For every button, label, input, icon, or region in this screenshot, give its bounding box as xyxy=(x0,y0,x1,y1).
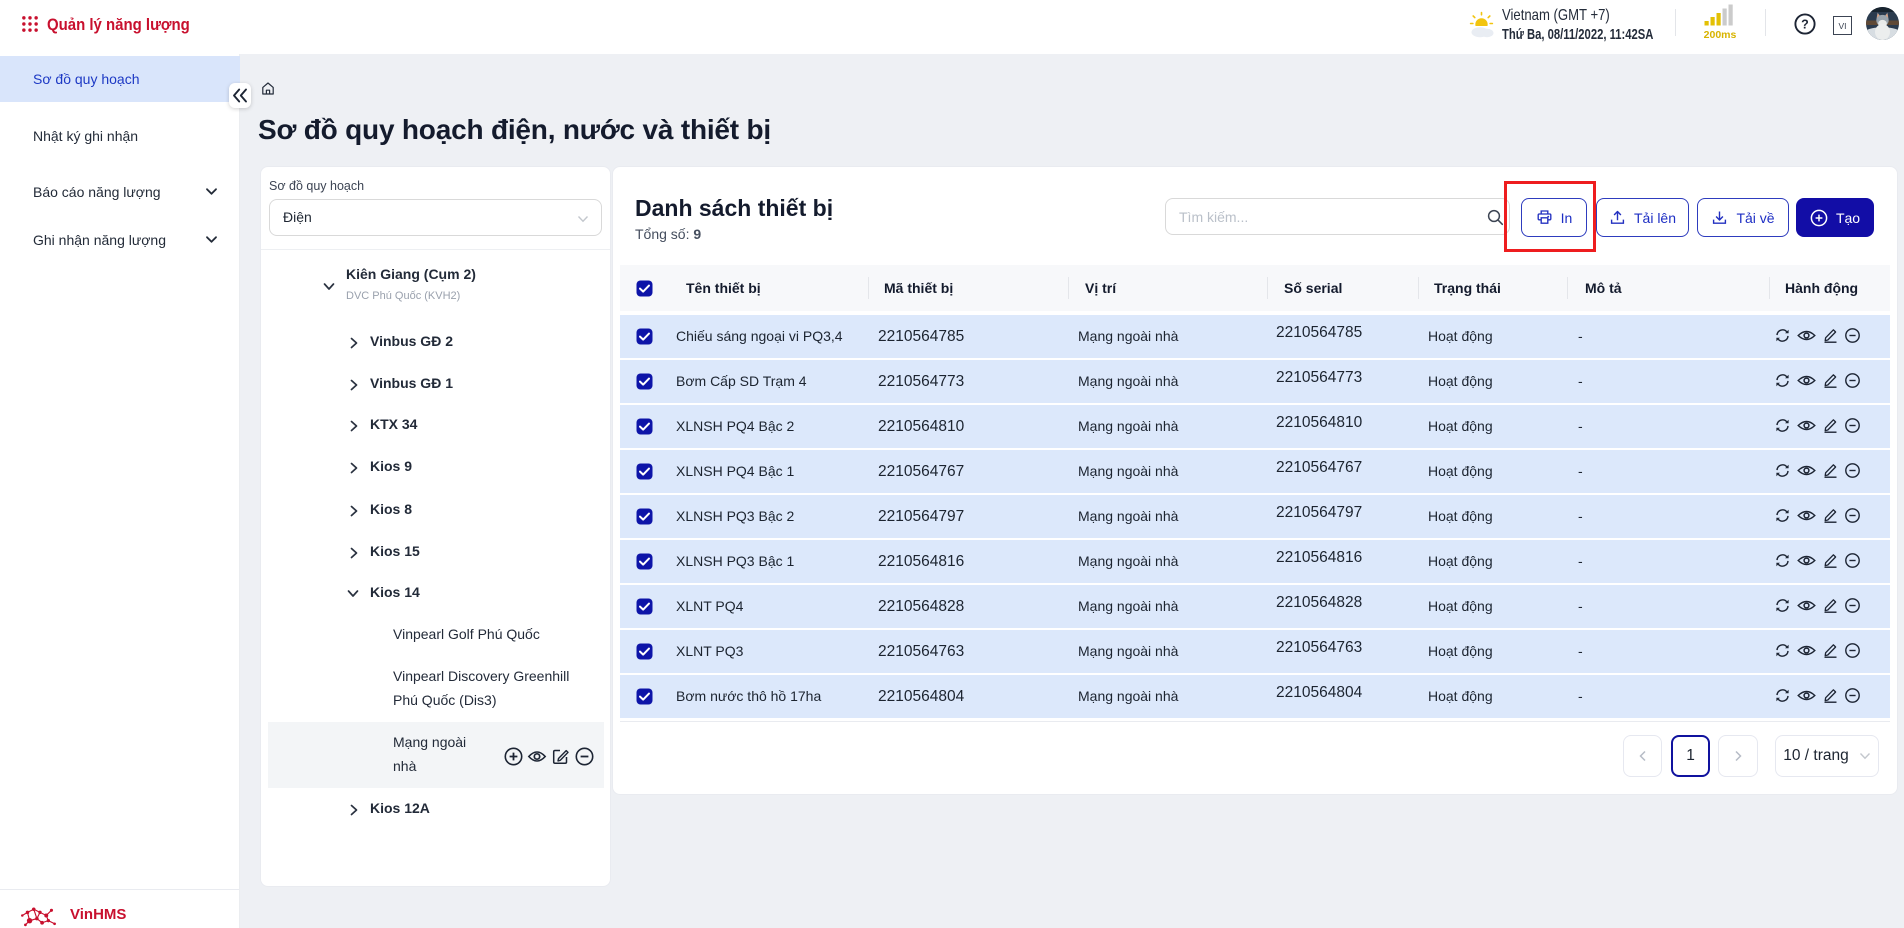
svg-text:?: ? xyxy=(1801,17,1809,31)
